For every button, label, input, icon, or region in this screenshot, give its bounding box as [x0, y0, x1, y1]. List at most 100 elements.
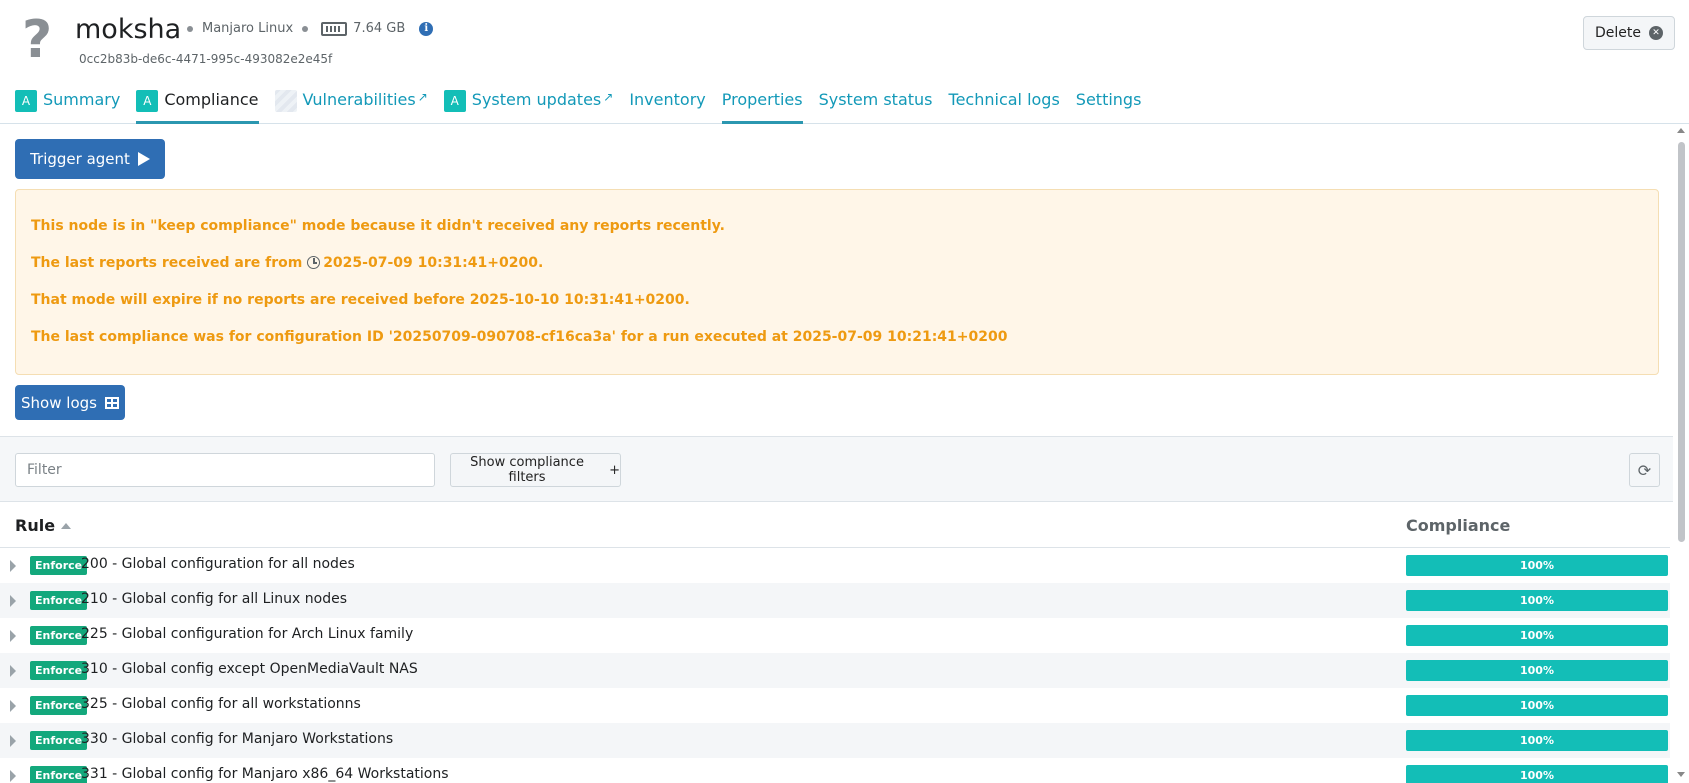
- info-icon[interactable]: i: [419, 21, 434, 36]
- tab-settings[interactable]: Settings: [1076, 90, 1142, 124]
- column-label: Rule: [15, 516, 56, 535]
- compliance-bar: 100%: [1406, 730, 1668, 751]
- compliance-bar-fill: 100%: [1406, 765, 1668, 783]
- delete-label: Delete: [1595, 25, 1641, 41]
- filter-input[interactable]: [15, 453, 435, 487]
- table-row[interactable]: Enforce 210 - Global config for all Linu…: [0, 583, 1670, 618]
- tab-label: Compliance: [164, 90, 259, 109]
- tab-technical-logs[interactable]: Technical logs: [949, 90, 1060, 124]
- tab-system-status[interactable]: System status: [819, 90, 933, 124]
- play-icon: [137, 152, 150, 166]
- separator-dot: [302, 25, 309, 32]
- compliance-bar: 100%: [1406, 660, 1668, 681]
- warning-line: The last compliance was for configuratio…: [31, 329, 1008, 345]
- expand-caret-icon[interactable]: [10, 665, 16, 677]
- warning-text: .: [537, 255, 544, 271]
- tab-summary[interactable]: A Summary: [15, 90, 120, 124]
- enforce-badge: Enforce: [30, 731, 88, 750]
- expand-caret-icon[interactable]: [10, 595, 16, 607]
- expand-caret-icon[interactable]: [10, 560, 16, 572]
- rule-name[interactable]: 310 - Global config except OpenMediaVaul…: [81, 661, 418, 677]
- warning-line: The last reports received are from 2025-…: [31, 255, 543, 271]
- compliance-grade-badge: [274, 90, 297, 112]
- compliance-grade-badge: A: [136, 90, 159, 112]
- compliance-grade-badge: A: [443, 90, 466, 112]
- memory-icon: [321, 21, 348, 36]
- warning-line: That mode will expire if no reports are …: [31, 292, 690, 308]
- rule-name[interactable]: 210 - Global config for all Linux nodes: [81, 591, 347, 607]
- tab-label: Technical logs: [948, 90, 1060, 109]
- compliance-bar-fill: 100%: [1406, 555, 1668, 576]
- show-logs-label: Show logs: [21, 393, 97, 412]
- tab-label: Properties: [721, 90, 803, 109]
- tab-label: Summary: [43, 90, 121, 109]
- rule-name[interactable]: 331 - Global config for Manjaro x86_64 W…: [81, 766, 449, 782]
- compliance-bar: 100%: [1406, 555, 1668, 576]
- column-header-compliance[interactable]: Compliance: [1406, 516, 1510, 535]
- tab-label: Settings: [1075, 90, 1142, 109]
- external-link-icon: ↗: [603, 90, 614, 104]
- expand-caret-icon[interactable]: [10, 700, 16, 712]
- refresh-button[interactable]: ⟳: [1629, 453, 1660, 487]
- scroll-down-arrow-icon[interactable]: [1677, 772, 1685, 777]
- node-os: Manjaro Linux: [202, 21, 294, 36]
- page-scrollbar[interactable]: [1673, 124, 1689, 783]
- compliance-bar: 100%: [1406, 625, 1668, 646]
- show-logs-button[interactable]: Show logs: [15, 385, 125, 420]
- table-icon: [104, 396, 119, 409]
- show-compliance-filters-button[interactable]: Show compliance filters +: [450, 453, 621, 487]
- compliance-bar: 100%: [1406, 695, 1668, 716]
- table-header: Rule Compliance: [0, 503, 1670, 548]
- table-row[interactable]: Enforce 310 - Global config except OpenM…: [0, 653, 1670, 688]
- tab-vulnerabilities[interactable]: Vulnerabilities ↗: [274, 90, 428, 124]
- tab-properties[interactable]: Properties: [721, 90, 803, 124]
- table-row[interactable]: Enforce 330 - Global config for Manjaro …: [0, 723, 1670, 758]
- enforce-badge: Enforce: [30, 626, 88, 645]
- expand-caret-icon[interactable]: [10, 630, 16, 642]
- table-row[interactable]: Enforce 200 - Global configuration for a…: [0, 548, 1670, 583]
- tab-label: Vulnerabilities: [302, 90, 416, 109]
- trigger-agent-button[interactable]: Trigger agent: [15, 139, 165, 179]
- enforce-badge: Enforce: [30, 766, 88, 783]
- compliance-bar-fill: 100%: [1406, 730, 1668, 751]
- filter-bar: Show compliance filters + ⟳: [0, 436, 1689, 502]
- expand-caret-icon[interactable]: [10, 770, 16, 782]
- delete-button[interactable]: Delete ✕: [1583, 16, 1675, 50]
- close-circle-icon: ✕: [1649, 26, 1663, 40]
- node-meta: Manjaro Linux 7.64 GB i: [184, 21, 434, 36]
- refresh-icon: ⟳: [1637, 460, 1652, 480]
- tab-label: Inventory: [629, 90, 706, 109]
- compliance-bar-fill: 100%: [1406, 590, 1668, 611]
- node-tabs: A Summary A Compliance Vulnerabilities ↗…: [15, 90, 1157, 124]
- table-row[interactable]: Enforce 225 - Global configuration for A…: [0, 618, 1670, 653]
- expand-caret-icon[interactable]: [10, 735, 16, 747]
- trigger-agent-label: Trigger agent: [30, 150, 130, 168]
- tab-inventory[interactable]: Inventory: [629, 90, 705, 124]
- scroll-up-arrow-icon[interactable]: [1677, 128, 1685, 133]
- rules-table: Enforce 200 - Global configuration for a…: [0, 548, 1670, 783]
- clock-icon: [307, 256, 321, 269]
- scrollbar-thumb[interactable]: [1678, 142, 1685, 542]
- show-filters-label: Show compliance filters: [470, 455, 584, 485]
- compliance-bar-fill: 100%: [1406, 625, 1668, 646]
- enforce-badge: Enforce: [30, 661, 88, 680]
- tab-compliance[interactable]: A Compliance: [136, 90, 259, 124]
- rule-name[interactable]: 330 - Global config for Manjaro Workstat…: [81, 731, 393, 747]
- rule-name[interactable]: 325 - Global config for all workstationn…: [81, 696, 361, 712]
- compliance-bar-fill: 100%: [1406, 660, 1668, 681]
- compliance-bar-fill: 100%: [1406, 695, 1668, 716]
- warning-line: This node is in "keep compliance" mode b…: [31, 218, 725, 234]
- keep-compliance-warning: This node is in "keep compliance" mode b…: [15, 189, 1659, 375]
- column-header-rule[interactable]: Rule: [15, 516, 72, 535]
- node-header: ? moksha Manjaro Linux 7.64 GB i 0cc2b83…: [0, 0, 1689, 124]
- table-row[interactable]: Enforce 325 - Global config for all work…: [0, 688, 1670, 723]
- enforce-badge: Enforce: [30, 591, 88, 610]
- rule-name[interactable]: 200 - Global configuration for all nodes: [81, 556, 355, 572]
- tab-label: System status: [818, 90, 933, 109]
- tab-system-updates[interactable]: A System updates ↗: [443, 90, 614, 124]
- enforce-badge: Enforce: [30, 696, 88, 715]
- compliance-grade-badge: A: [15, 90, 37, 112]
- sort-ascending-icon: [61, 523, 72, 529]
- table-row[interactable]: Enforce 331 - Global config for Manjaro …: [0, 758, 1670, 783]
- rule-name[interactable]: 225 - Global configuration for Arch Linu…: [81, 626, 413, 642]
